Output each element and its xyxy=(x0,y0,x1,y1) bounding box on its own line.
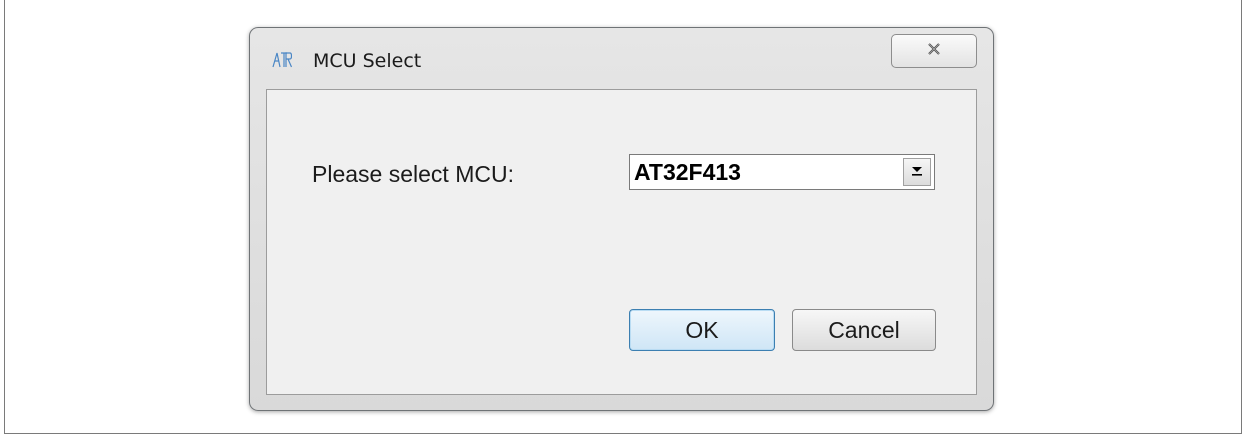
close-button[interactable] xyxy=(891,34,977,68)
close-icon xyxy=(927,42,941,60)
title-bar[interactable]: MCU Select xyxy=(250,28,993,90)
ok-button[interactable]: OK xyxy=(629,309,775,351)
dialog-body: Please select MCU: AT32F413 OK Cancel xyxy=(266,89,977,395)
mcu-select-dropdown[interactable]: AT32F413 xyxy=(629,154,935,190)
mcu-selected-value: AT32F413 xyxy=(634,159,741,185)
dropdown-arrow-icon xyxy=(910,163,924,181)
dialog-title: MCU Select xyxy=(313,50,422,72)
mcu-select-dialog: MCU Select Please select MCU: AT32F413 O… xyxy=(249,27,994,411)
select-mcu-label: Please select MCU: xyxy=(312,161,514,187)
cancel-button[interactable]: Cancel xyxy=(792,309,936,351)
dropdown-arrow-button[interactable] xyxy=(903,158,931,186)
artery-logo-icon xyxy=(272,52,293,68)
